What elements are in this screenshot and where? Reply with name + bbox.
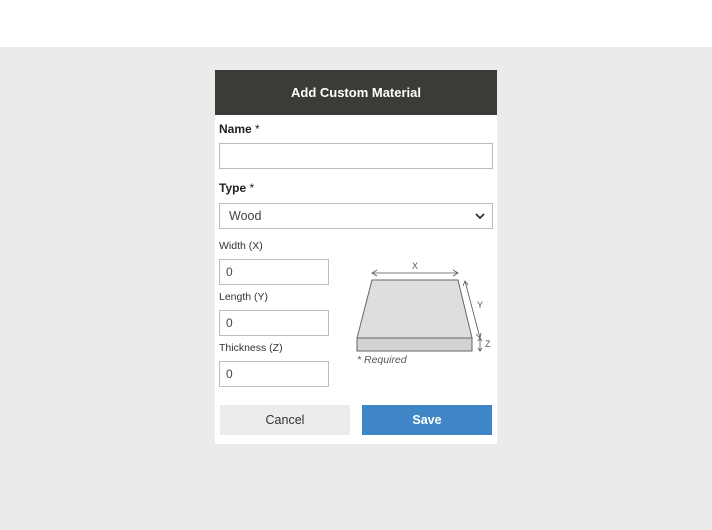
name-required-mark: * (255, 122, 260, 136)
type-select-value: Wood (229, 209, 262, 223)
chevron-down-icon (475, 213, 485, 220)
board-top-face (356, 279, 473, 339)
board-front-face (356, 337, 473, 352)
dialog-title: Add Custom Material (215, 70, 497, 115)
thickness-label: Thickness (Z) (219, 342, 283, 354)
name-label: Name * (219, 122, 260, 136)
type-select[interactable]: Wood (219, 203, 493, 229)
name-label-text: Name (219, 122, 252, 136)
width-label: Width (X) (219, 240, 263, 252)
thickness-input[interactable] (219, 361, 329, 387)
length-input[interactable] (219, 310, 329, 336)
y-dimension-label: Y (477, 300, 483, 310)
name-input[interactable] (219, 143, 493, 169)
type-required-mark: * (249, 181, 255, 195)
required-note: * Required (357, 354, 407, 366)
x-dimension-label: X (412, 261, 418, 271)
width-input[interactable] (219, 259, 329, 285)
z-dimension-label: Z (485, 339, 491, 349)
add-custom-material-dialog: Add Custom Material Name * Type * Wood W… (215, 70, 497, 444)
type-label: Type * (219, 181, 254, 195)
type-label-text: Type (219, 181, 247, 195)
save-button[interactable]: Save (362, 405, 492, 435)
length-label: Length (Y) (219, 291, 269, 303)
cancel-button[interactable]: Cancel (220, 405, 350, 435)
material-dimensions-diagram: X Y Z (356, 261, 491, 352)
